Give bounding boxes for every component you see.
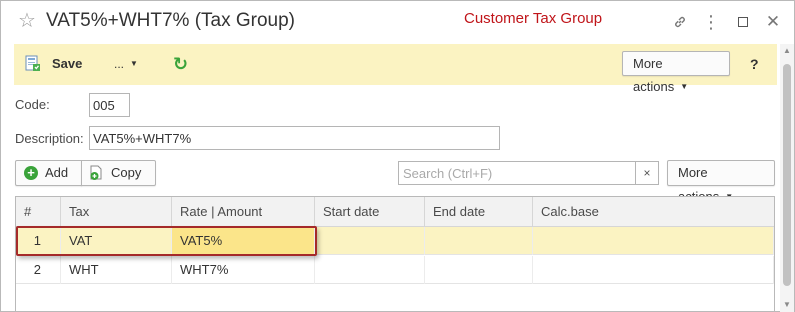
maximize-icon[interactable] <box>733 11 753 33</box>
tax-cell[interactable]: WHT <box>61 256 172 284</box>
vertical-scrollbar[interactable]: ▲ ▼ <box>780 44 794 312</box>
clear-search-icon[interactable]: × <box>636 161 659 185</box>
add-icon: + <box>24 166 38 180</box>
more-actions-button[interactable]: More actions ▼ <box>622 51 730 94</box>
calc-base-cell[interactable] <box>533 227 774 255</box>
close-icon[interactable]: ✕ <box>763 11 783 33</box>
code-label: Code: <box>15 97 50 112</box>
copy-label: Copy <box>111 165 142 180</box>
copy-button[interactable]: Copy <box>81 160 156 186</box>
annotation-label: Customer Tax Group <box>464 10 603 27</box>
column-header-calc-base[interactable]: Calc.base <box>533 197 774 227</box>
taxes-table: # Tax Rate | Amount Start date End date … <box>15 196 775 312</box>
save-button[interactable]: Save <box>24 52 82 76</box>
table-more-actions-button[interactable]: More actions▼ <box>667 160 775 204</box>
caret-down-icon: ▼ <box>680 82 689 91</box>
rate-cell[interactable]: VAT5% <box>172 227 315 255</box>
copy-icon <box>90 165 102 180</box>
add-button[interactable]: + Add <box>15 160 82 186</box>
save-icon <box>25 55 40 71</box>
table-row[interactable]: 1 VAT VAT5% <box>16 227 774 255</box>
menu-icon[interactable]: ⋮ <box>701 11 721 33</box>
end-date-cell[interactable] <box>425 227 533 255</box>
table-header: # Tax Rate | Amount Start date End date … <box>16 197 774 227</box>
scrollbar-thumb[interactable] <box>783 64 791 286</box>
link-icon[interactable] <box>670 11 690 33</box>
title-bar: ☆ VAT5%+WHT7% (Tax Group) Customer Tax G… <box>1 1 794 43</box>
caret-down-icon: ▼ <box>130 59 138 68</box>
rate-cell[interactable]: WHT7% <box>172 256 315 284</box>
row-number: 2 <box>16 256 61 284</box>
search-input[interactable] <box>398 161 636 185</box>
help-button[interactable]: ? <box>750 52 766 76</box>
refresh-icon[interactable]: ↻ <box>173 52 193 76</box>
description-label: Description: <box>15 131 84 146</box>
scroll-down-icon[interactable]: ▼ <box>780 298 794 312</box>
tax-group-window: ☆ VAT5%+WHT7% (Tax Group) Customer Tax G… <box>0 0 795 312</box>
end-date-cell[interactable] <box>425 256 533 284</box>
tax-cell[interactable]: VAT <box>61 227 172 255</box>
scroll-up-icon[interactable]: ▲ <box>780 44 794 58</box>
calc-base-cell[interactable] <box>533 256 774 284</box>
column-header-rate-amount[interactable]: Rate | Amount <box>172 197 315 227</box>
save-label: Save <box>52 56 83 71</box>
column-header-tax[interactable]: Tax <box>61 197 172 227</box>
window-title: VAT5%+WHT7% (Tax Group) <box>46 10 295 31</box>
column-header-end-date[interactable]: End date <box>425 197 533 227</box>
start-date-cell[interactable] <box>315 256 425 284</box>
column-header-start-date[interactable]: Start date <box>315 197 425 227</box>
more-commands-button[interactable]: ... ▼ <box>114 52 138 76</box>
table-row[interactable]: 2 WHT WHT7% <box>16 256 774 284</box>
code-field[interactable] <box>89 93 130 117</box>
command-bar: Save ... ▼ ↻ More actions ▼ ? <box>14 44 777 94</box>
start-date-cell[interactable] <box>315 227 425 255</box>
star-icon[interactable]: ☆ <box>18 10 36 32</box>
row-number: 1 <box>16 227 61 255</box>
column-header-number[interactable]: # <box>16 197 61 227</box>
description-field[interactable] <box>89 126 500 150</box>
add-label: Add <box>45 165 69 180</box>
